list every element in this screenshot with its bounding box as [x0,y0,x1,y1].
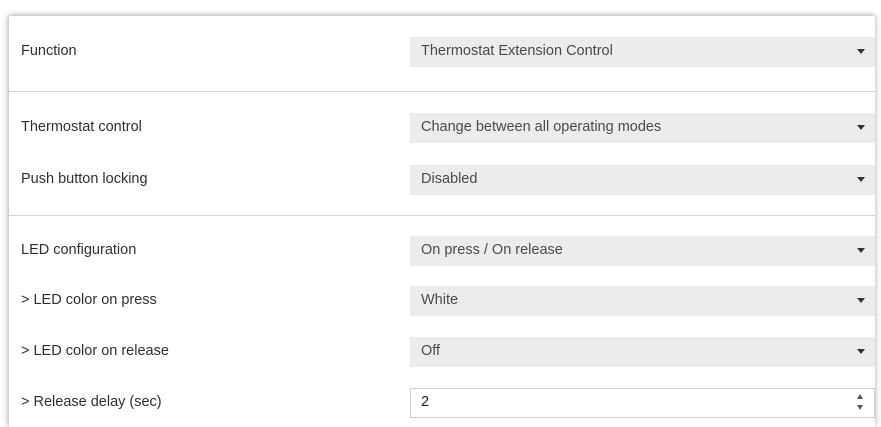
led-configuration-row: LED configuration On press / On release [9,236,875,266]
led-color-on-release-dropdown[interactable]: Off [410,337,875,367]
increment-arrow-icon[interactable] [857,394,863,399]
push-button-locking-dropdown[interactable]: Disabled [410,165,875,195]
chevron-down-icon [857,49,865,54]
function-label: Function [21,43,77,59]
release-delay-label: > Release delay (sec) [21,394,162,410]
push-button-locking-row: Push button locking Disabled [9,165,875,195]
chevron-down-icon [857,125,865,130]
led-configuration-dropdown[interactable]: On press / On release [410,236,875,266]
led-color-on-release-row: > LED color on release Off [9,337,875,367]
divider [9,215,875,216]
chevron-down-icon [857,298,865,303]
led-configuration-label: LED configuration [21,242,137,258]
led-configuration-value: On press / On release [421,242,563,258]
push-button-locking-label: Push button locking [21,171,148,187]
function-row: Function Thermostat Extension Control [9,37,875,67]
thermostat-control-dropdown[interactable]: Change between all operating modes [410,113,875,143]
function-value: Thermostat Extension Control [421,43,613,59]
chevron-down-icon [857,177,865,182]
led-color-on-release-value: Off [421,343,441,359]
push-button-locking-value: Disabled [421,171,478,187]
chevron-down-icon [857,349,865,354]
led-color-on-press-value: White [421,292,459,308]
release-delay-row: > Release delay (sec) 2 [9,388,875,418]
led-color-on-press-label: > LED color on press [21,292,157,308]
release-delay-value: 2 [421,394,430,410]
thermostat-control-label: Thermostat control [21,119,142,135]
divider [9,91,875,92]
chevron-down-icon [857,248,865,253]
led-color-on-press-row: > LED color on press White [9,286,875,316]
thermostat-control-value: Change between all operating modes [421,119,662,135]
led-color-on-press-dropdown[interactable]: White [410,286,875,316]
decrement-arrow-icon[interactable] [857,405,863,410]
parameter-panel: Function Thermostat Extension Control Th… [9,16,875,427]
release-delay-stepper[interactable]: 2 [410,388,875,418]
function-dropdown[interactable]: Thermostat Extension Control [410,37,875,67]
spin-arrows-icon[interactable] [857,394,866,412]
thermostat-control-row: Thermostat control Change between all op… [9,113,875,143]
led-color-on-release-label: > LED color on release [21,343,169,359]
